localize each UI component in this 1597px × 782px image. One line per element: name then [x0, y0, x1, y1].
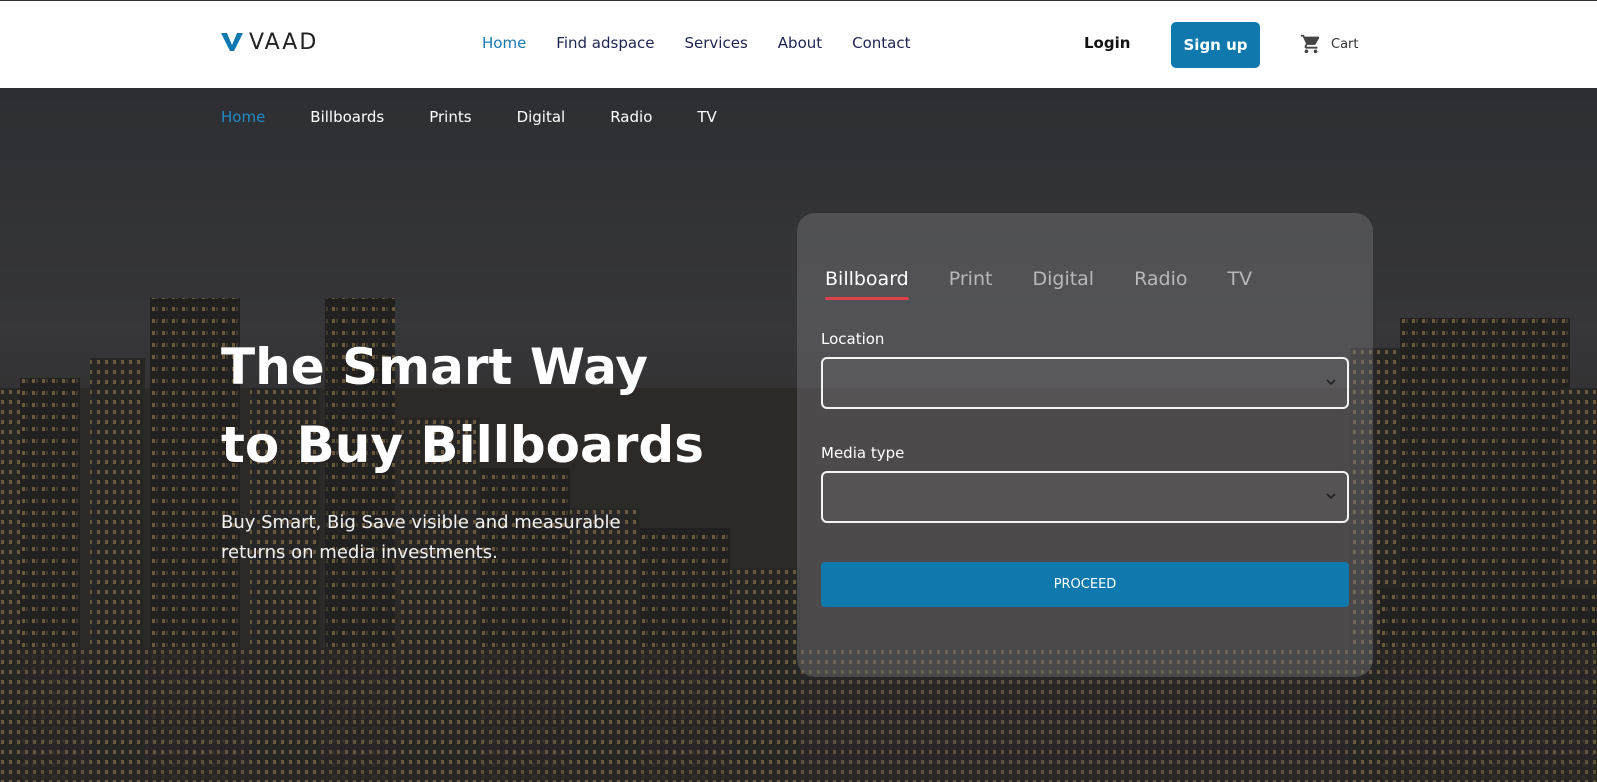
chevron-down-icon [1326, 379, 1336, 386]
subnav-billboards[interactable]: Billboards [310, 108, 384, 126]
tab-digital[interactable]: Digital [1032, 268, 1094, 300]
subnav-digital[interactable]: Digital [517, 108, 566, 126]
search-form-card: Billboard Print Digital Radio TV Locatio… [797, 213, 1373, 677]
nav-contact[interactable]: Contact [852, 34, 910, 52]
subnav-radio[interactable]: Radio [610, 108, 652, 126]
nav-services[interactable]: Services [685, 34, 748, 52]
media-tabs: Billboard Print Digital Radio TV [825, 268, 1252, 300]
cart-label: Cart [1331, 36, 1359, 52]
top-header: VAAD Home Find adspace Services About Co… [0, 0, 1597, 88]
tab-billboard[interactable]: Billboard [825, 268, 909, 300]
hero-title: The Smart Way to Buy Billboards [221, 328, 741, 484]
logo-mark-icon [221, 33, 243, 51]
hero-title-line2: to Buy Billboards [221, 416, 704, 474]
logo[interactable]: VAAD [221, 29, 319, 55]
category-nav: Home Billboards Prints Digital Radio TV [221, 108, 717, 126]
signup-button[interactable]: Sign up [1171, 22, 1260, 68]
cart-icon [1300, 34, 1320, 54]
hero-section: Home Billboards Prints Digital Radio TV … [0, 88, 1597, 782]
proceed-button[interactable]: PROCEED [821, 562, 1349, 607]
main-nav: Home Find adspace Services About Contact [482, 34, 911, 52]
tab-tv[interactable]: TV [1228, 268, 1253, 300]
nav-find-adspace[interactable]: Find adspace [556, 34, 654, 52]
hero-title-line1: The Smart Way [221, 338, 649, 396]
tab-radio[interactable]: Radio [1134, 268, 1187, 300]
login-link[interactable]: Login [1084, 34, 1130, 52]
nav-home[interactable]: Home [482, 34, 526, 52]
media-type-label: Media type [821, 444, 905, 462]
media-type-select[interactable] [821, 471, 1349, 523]
nav-about[interactable]: About [778, 34, 822, 52]
hero-subtitle: Buy Smart, Big Save visible and measurab… [221, 512, 621, 563]
cart-link[interactable]: Cart [1300, 33, 1359, 55]
chevron-down-icon [1326, 493, 1336, 500]
location-select[interactable] [821, 357, 1349, 409]
subnav-home[interactable]: Home [221, 108, 265, 126]
tab-print[interactable]: Print [949, 268, 993, 300]
logo-text: VAAD [249, 29, 319, 55]
subnav-tv[interactable]: TV [697, 108, 716, 126]
location-label: Location [821, 330, 885, 348]
subnav-prints[interactable]: Prints [429, 108, 471, 126]
